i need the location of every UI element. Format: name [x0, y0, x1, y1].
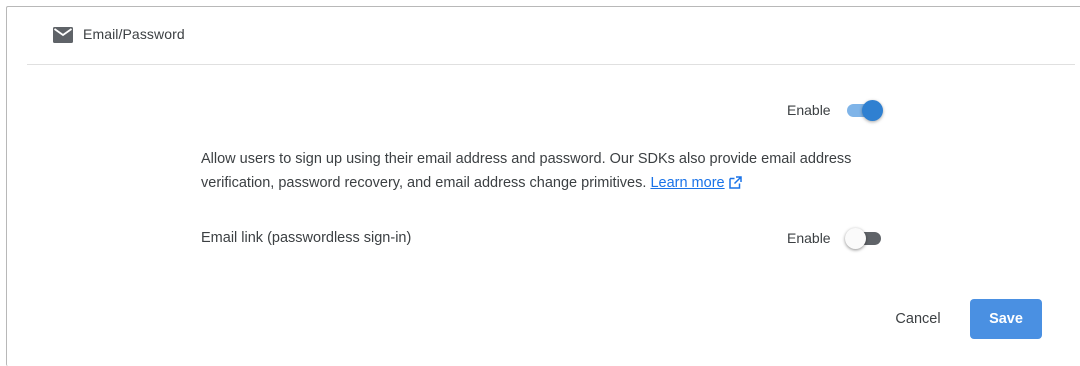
email-link-enable-toggle[interactable]	[844, 227, 883, 249]
provider-header: Email/Password	[7, 7, 1075, 63]
save-button[interactable]: Save	[970, 299, 1042, 339]
external-link-icon[interactable]	[728, 176, 742, 189]
email-link-enable-row: Enable	[787, 227, 883, 249]
header-divider	[27, 64, 1075, 65]
email-link-enable-label: Enable	[787, 230, 831, 246]
toggle-thumb	[844, 228, 866, 249]
toggle-thumb	[861, 100, 883, 121]
learn-more-label: Learn more	[650, 175, 725, 191]
email-link-label: Email link (passwordless sign-in)	[201, 230, 412, 246]
email-password-enable-toggle[interactable]	[845, 99, 883, 121]
learn-more-link[interactable]: Learn more	[650, 175, 724, 191]
cancel-button[interactable]: Cancel	[879, 299, 957, 339]
email-password-enable-label: Enable	[787, 102, 831, 118]
email-password-description: Allow users to sign up using their email…	[201, 147, 881, 195]
description-text: Allow users to sign up using their email…	[201, 151, 852, 191]
provider-card: Email/Password Enable Allow users to sig…	[6, 6, 1080, 366]
envelope-icon	[53, 27, 73, 43]
email-password-enable-row: Enable	[787, 99, 883, 121]
provider-title: Email/Password	[83, 26, 185, 42]
